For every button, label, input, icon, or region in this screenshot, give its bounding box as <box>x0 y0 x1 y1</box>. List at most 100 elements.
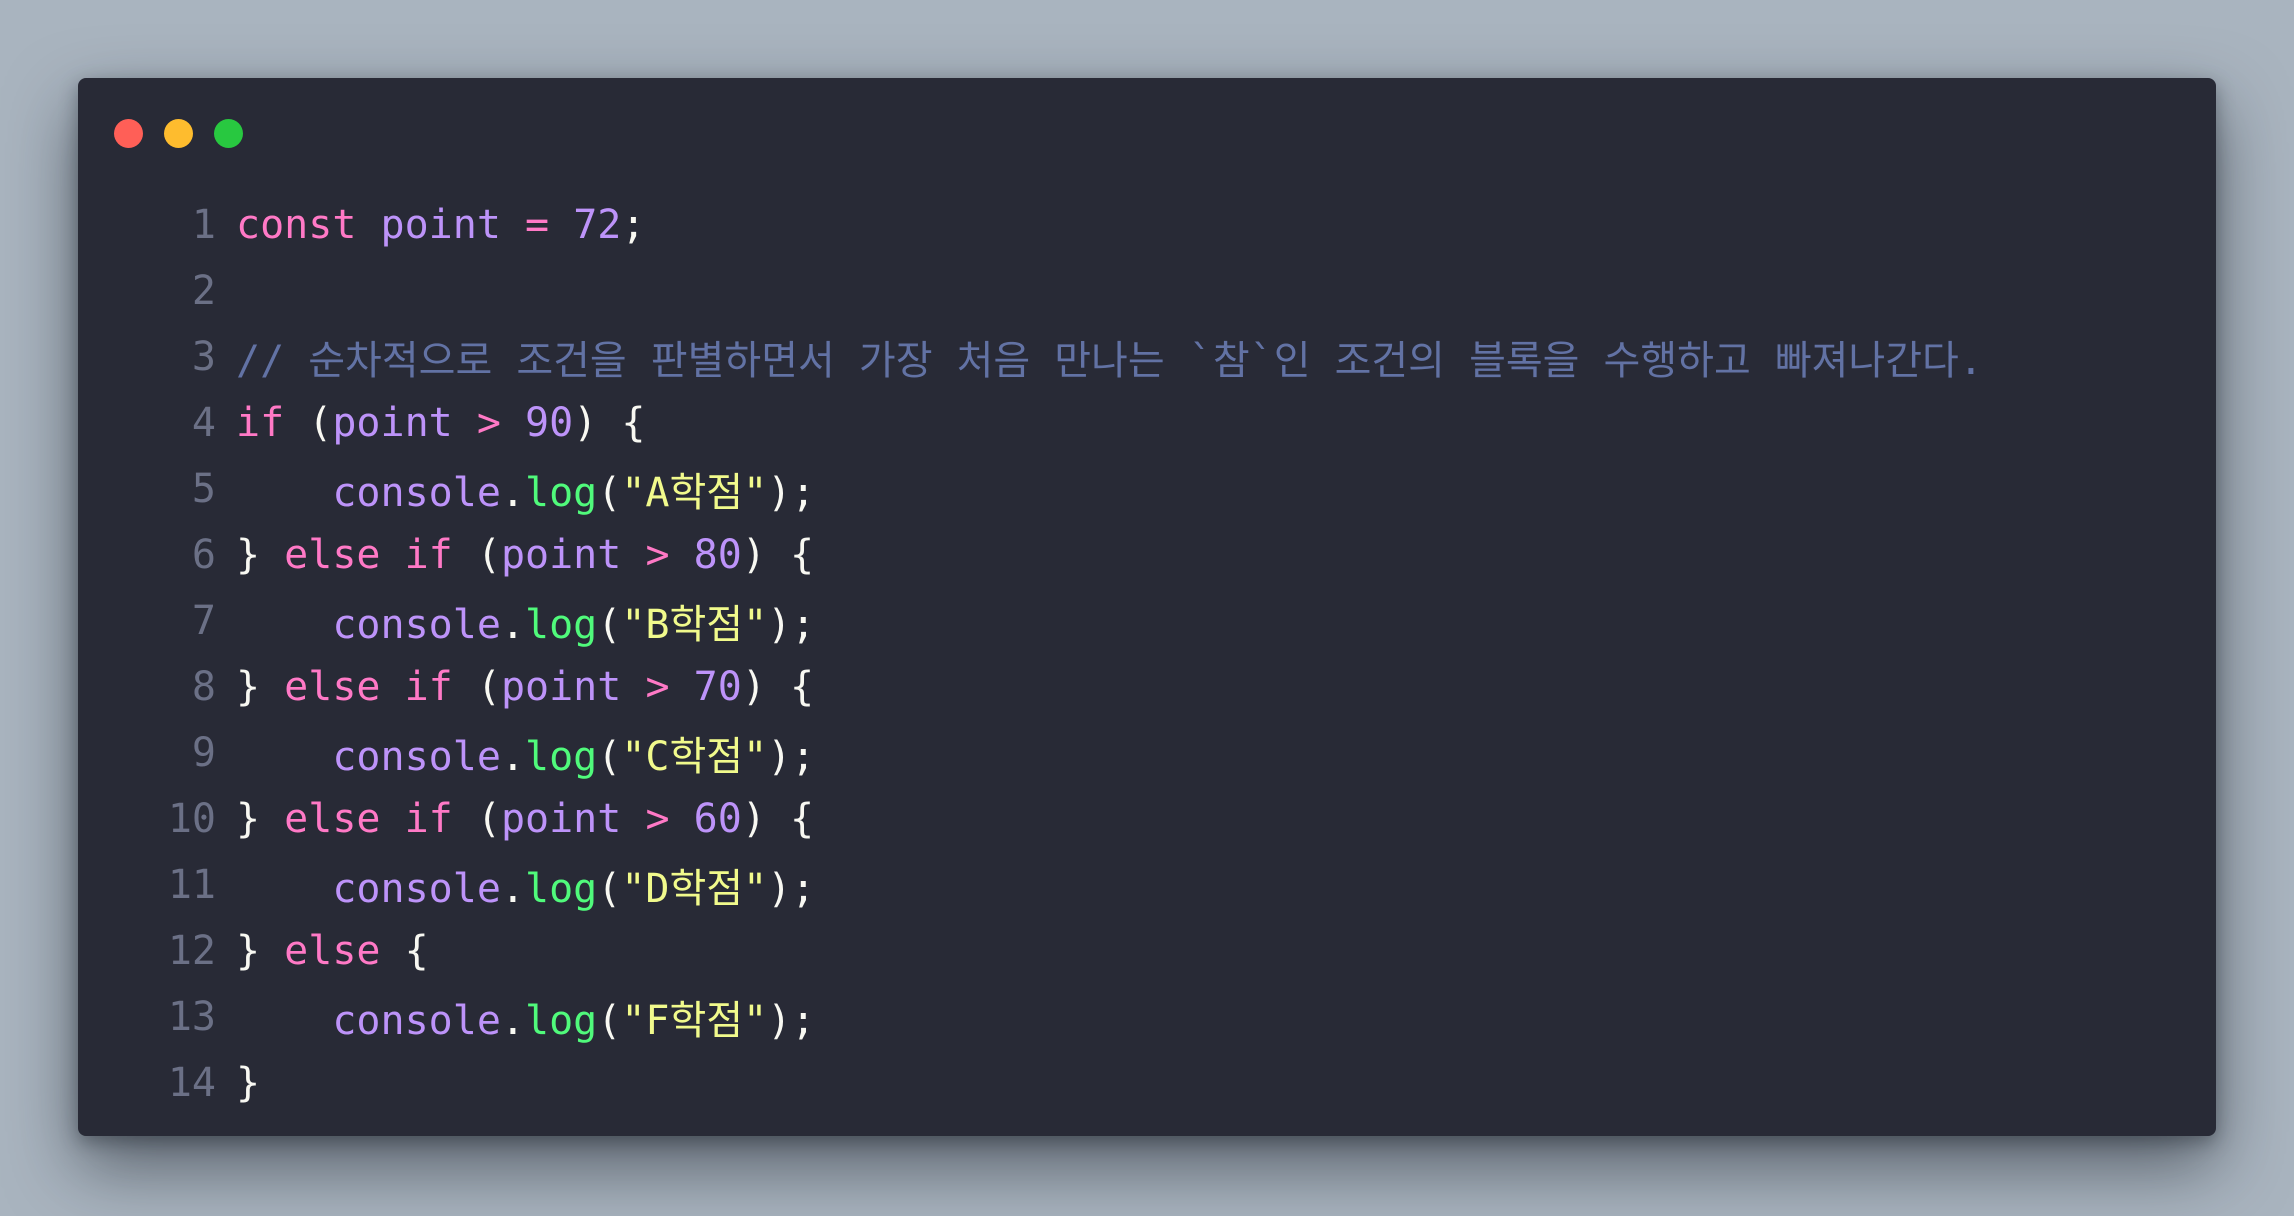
line-content: } else if (point > 70) { <box>236 664 814 710</box>
code-token: . <box>500 998 525 1044</box>
code-token: const <box>236 202 357 248</box>
code-token: "B학점" <box>621 602 768 648</box>
code-token: } <box>236 532 285 578</box>
code-token: point <box>500 796 622 842</box>
code-token: "F학점" <box>621 998 768 1044</box>
line-content: } else if (point > 60) { <box>236 796 814 842</box>
code-token: 72 <box>573 202 622 248</box>
line-number: 6 <box>191 532 216 578</box>
code-line: 5 console.log("A학점"); <box>78 456 2216 522</box>
code-token: "A학점" <box>621 470 768 516</box>
code-token: . <box>500 866 525 912</box>
line-number: 14 <box>167 1060 216 1106</box>
line-content: console.log("B학점"); <box>236 592 815 650</box>
line-number: 7 <box>191 598 216 644</box>
code-token: ( <box>597 734 622 780</box>
line-content: console.log("A학점"); <box>236 460 815 518</box>
code-token: // 순차적으로 조건을 판별하면서 가장 처음 만나는 `참`인 조건의 블록… <box>236 338 1983 384</box>
code-token: 80 <box>693 532 742 578</box>
code-token: 90 <box>525 400 574 446</box>
code-token: ( <box>597 602 622 648</box>
code-token: ); <box>767 470 816 516</box>
code-editor[interactable]: 1 const point = 72; 2 3 // 순차적으로 조건을 판별하면서 가… <box>78 192 2216 1116</box>
code-token: if <box>404 796 453 842</box>
line-number: 10 <box>167 796 216 842</box>
code-token: ); <box>767 602 816 648</box>
code-token: } <box>236 928 285 974</box>
code-line: 7 console.log("B학점"); <box>78 588 2216 654</box>
code-token: log <box>525 602 598 648</box>
code-token: else <box>284 664 381 710</box>
code-token: console <box>332 470 501 516</box>
code-line: 2 <box>78 258 2216 324</box>
code-token: else <box>284 928 381 974</box>
line-number: 3 <box>191 334 216 380</box>
close-dot-icon[interactable] <box>114 118 143 148</box>
code-token: 60 <box>693 796 742 842</box>
code-token: = <box>525 202 550 248</box>
code-token: > <box>645 532 670 578</box>
code-token: } <box>236 796 285 842</box>
code-token: point <box>500 532 622 578</box>
code-token: if <box>404 664 453 710</box>
code-token: if <box>236 400 285 446</box>
line-number: 13 <box>167 994 216 1040</box>
code-token: ( <box>452 796 501 842</box>
line-content: console.log("C학점"); <box>236 724 815 782</box>
code-token: ( <box>597 470 622 516</box>
maximize-dot-icon[interactable] <box>214 118 243 148</box>
code-token: > <box>645 664 670 710</box>
code-token: console <box>332 734 501 780</box>
line-number: 5 <box>191 466 216 512</box>
line-number: 8 <box>191 664 216 710</box>
code-token: ); <box>767 734 816 780</box>
code-token: ); <box>767 998 816 1044</box>
line-number: 2 <box>191 268 216 314</box>
code-token: ) { <box>741 664 815 710</box>
code-token: ( <box>452 664 501 710</box>
code-line: 10 } else if (point > 60) { <box>78 786 2216 852</box>
code-token: > <box>476 400 501 446</box>
code-token: "D학점" <box>621 866 768 912</box>
code-token: ) { <box>741 532 815 578</box>
code-token: 70 <box>693 664 742 710</box>
line-content: } <box>236 1060 260 1106</box>
code-line: 3 // 순차적으로 조건을 판별하면서 가장 처음 만나는 `참`인 조건의 블… <box>78 324 2216 390</box>
line-number: 4 <box>191 400 216 446</box>
minimize-dot-icon[interactable] <box>164 118 193 148</box>
line-content: console.log("D학점"); <box>236 856 815 914</box>
code-token: log <box>525 470 598 516</box>
code-token: } <box>236 1060 261 1106</box>
code-token: log <box>525 734 598 780</box>
code-line: 13 console.log("F학점"); <box>78 984 2216 1050</box>
line-number: 12 <box>167 928 216 974</box>
code-token: if <box>404 532 453 578</box>
code-token: . <box>500 734 525 780</box>
code-token: console <box>332 602 501 648</box>
code-token: ( <box>284 400 333 446</box>
code-token: "C학점" <box>621 734 768 780</box>
code-line: 9 console.log("C학점"); <box>78 720 2216 786</box>
code-token: ); <box>767 866 816 912</box>
code-line: 14} <box>78 1050 2216 1116</box>
code-token: ) { <box>573 400 646 446</box>
code-line: 12 } else { <box>78 918 2216 984</box>
code-token: else <box>284 796 381 842</box>
line-content: } else { <box>236 928 429 974</box>
code-token: point <box>380 202 501 248</box>
code-token: point <box>500 664 622 710</box>
code-token: log <box>525 866 598 912</box>
